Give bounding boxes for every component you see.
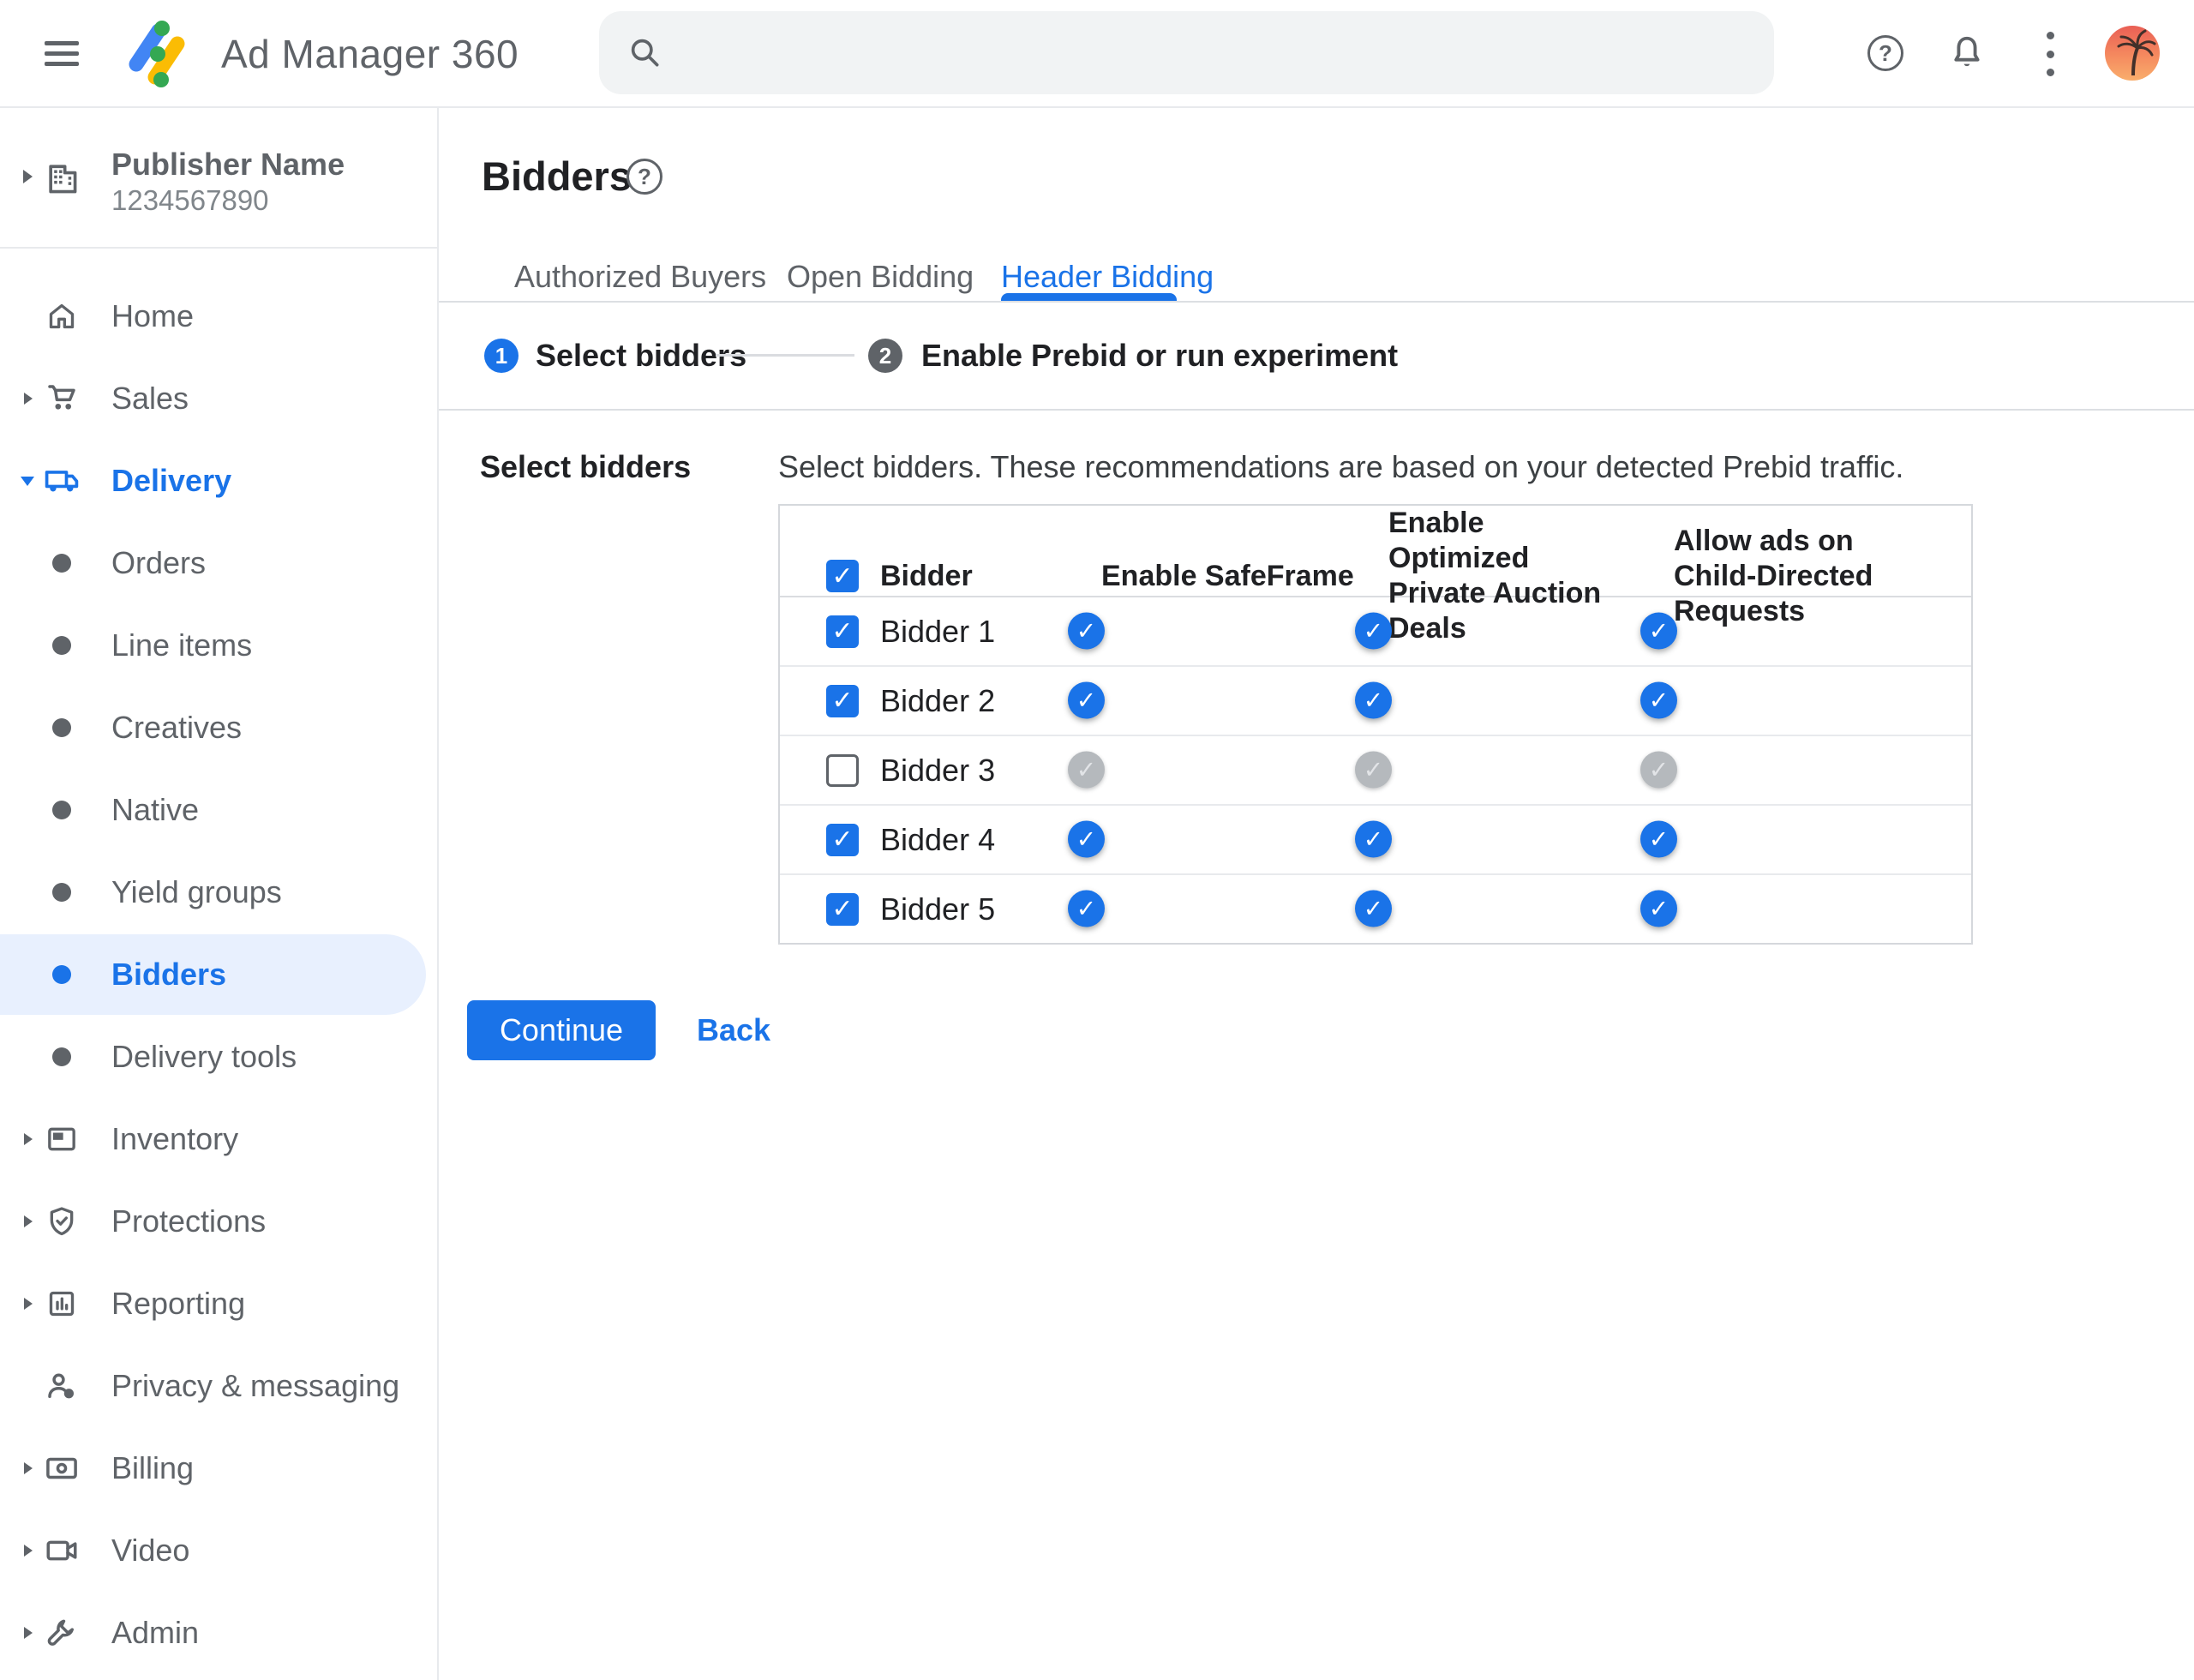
sidebar-item-line-items[interactable]: Line items [0, 604, 439, 687]
sidebar-item-native[interactable]: Native [0, 769, 439, 851]
ad-manager-logo-icon [129, 21, 185, 87]
section-label: Select bidders [480, 449, 692, 484]
bullet-icon [52, 965, 71, 984]
table-row: Bidder 3 [780, 735, 1971, 804]
row-checkbox[interactable] [826, 823, 859, 856]
home-icon [43, 297, 81, 335]
sidebar-item-yield-groups[interactable]: Yield groups [0, 851, 439, 933]
avatar[interactable] [2105, 26, 2160, 81]
expand-publisher-icon[interactable] [23, 170, 33, 183]
step-2-label: Enable Prebid or run experiment [921, 338, 1399, 373]
divider [0, 247, 439, 249]
bullet-icon [52, 883, 71, 902]
table-row: Bidder 4 [780, 804, 1971, 873]
sidebar-item-bidders[interactable]: Bidders [0, 933, 439, 1016]
shield-check-icon [43, 1203, 81, 1240]
bidders-table: Bidder Enable SafeFrame Enable Optimized… [778, 504, 1973, 945]
table-row: Bidder 5 [780, 873, 1971, 943]
page-title: Bidders [482, 153, 632, 199]
notifications-icon[interactable] [1947, 33, 1987, 73]
row-checkbox[interactable] [826, 753, 859, 787]
back-link[interactable]: Back [697, 1012, 770, 1048]
menu-icon[interactable] [45, 41, 79, 67]
sidebar-item-delivery-tools[interactable]: Delivery tools [0, 1016, 439, 1098]
chevron-right-icon [24, 1462, 33, 1474]
row-checkbox[interactable] [826, 684, 859, 717]
bullet-icon [52, 554, 71, 573]
column-header-bidder: Bidder [880, 559, 973, 592]
bullet-icon [52, 801, 71, 819]
bar-chart-icon [43, 1285, 81, 1323]
divider [439, 301, 2194, 303]
select-all-checkbox[interactable] [826, 560, 859, 592]
sidebar-item-delivery[interactable]: Delivery [0, 440, 439, 522]
row-checkbox[interactable] [826, 615, 859, 648]
ad-manager-app: Ad Manager 360 ? Publisher Name 12345678… [0, 0, 2194, 1680]
bidder-name: Bidder 3 [880, 752, 996, 788]
person-privacy-icon [43, 1367, 81, 1405]
search-input[interactable] [685, 11, 1747, 94]
continue-button[interactable]: Continue [467, 1000, 656, 1060]
row-checkbox[interactable] [826, 892, 859, 926]
tab-open-bidding[interactable]: Open Bidding [787, 253, 974, 301]
chevron-right-icon [24, 1133, 33, 1145]
bullet-icon [52, 718, 71, 737]
sidebar-item-orders[interactable]: Orders [0, 522, 439, 604]
top-bar: Ad Manager 360 ? [0, 0, 2194, 108]
page-help-icon[interactable]: ? [626, 159, 662, 195]
sidebar-item-reporting[interactable]: Reporting [0, 1263, 439, 1345]
table-row: Bidder 1 [780, 597, 1971, 665]
table-header-row: Bidder Enable SafeFrame Enable Optimized… [780, 506, 1971, 645]
chevron-right-icon [24, 1545, 33, 1557]
sidebar-item-home[interactable]: Home [0, 275, 439, 357]
search-bar[interactable] [599, 11, 1774, 94]
sidebar-item-billing[interactable]: Billing [0, 1427, 439, 1509]
chevron-right-icon [24, 1298, 33, 1310]
building-icon [49, 165, 77, 194]
section-description: Select bidders. These recommendations ar… [778, 449, 1904, 484]
column-header-safeframe: Enable SafeFrame [1101, 559, 1354, 592]
bidder-name: Bidder 5 [880, 891, 996, 927]
chevron-right-icon [24, 1627, 33, 1639]
more-vert-icon[interactable] [2041, 32, 2059, 76]
videocam-icon [43, 1532, 81, 1569]
divider [439, 409, 2194, 411]
step-1-badge: 1 [484, 339, 519, 373]
app-title: Ad Manager 360 [221, 32, 519, 76]
bidder-name: Bidder 1 [880, 613, 996, 649]
banknote-icon [43, 1449, 81, 1487]
chevron-down-icon [21, 476, 34, 486]
publisher-name[interactable]: Publisher Name [111, 147, 345, 183]
truck-icon [43, 462, 81, 500]
sidebar-item-video[interactable]: Video [0, 1509, 439, 1592]
palm-tree-icon [2117, 29, 2156, 76]
sidebar-item-protections[interactable]: Protections [0, 1180, 439, 1263]
sidebar-item-privacy-messaging[interactable]: Privacy & messaging [0, 1345, 439, 1427]
publisher-id: 1234567890 [111, 184, 269, 216]
bidder-name: Bidder 2 [880, 682, 996, 718]
step-2-badge: 2 [868, 339, 902, 373]
bidder-name: Bidder 4 [880, 821, 996, 857]
sidebar: Publisher Name 1234567890 Home Sales Del… [0, 108, 439, 1680]
bullet-icon [52, 636, 71, 655]
search-icon [631, 39, 659, 67]
table-body: Bidder 1 Bidder 2 [780, 597, 1971, 943]
chevron-right-icon [24, 1215, 33, 1227]
table-row: Bidder 2 [780, 665, 1971, 735]
wrench-icon [43, 1614, 81, 1652]
ad-unit-icon [43, 1120, 81, 1158]
cart-icon [43, 380, 81, 417]
help-icon[interactable]: ? [1867, 35, 1903, 71]
step-connector [716, 354, 854, 357]
bullet-icon [52, 1047, 71, 1066]
sidebar-item-admin[interactable]: Admin [0, 1592, 439, 1674]
chevron-right-icon [24, 393, 33, 405]
sidebar-item-sales[interactable]: Sales [0, 357, 439, 440]
sidebar-item-inventory[interactable]: Inventory [0, 1098, 439, 1180]
tab-authorized-buyers[interactable]: Authorized Buyers [514, 253, 766, 301]
sidebar-item-creatives[interactable]: Creatives [0, 687, 439, 769]
